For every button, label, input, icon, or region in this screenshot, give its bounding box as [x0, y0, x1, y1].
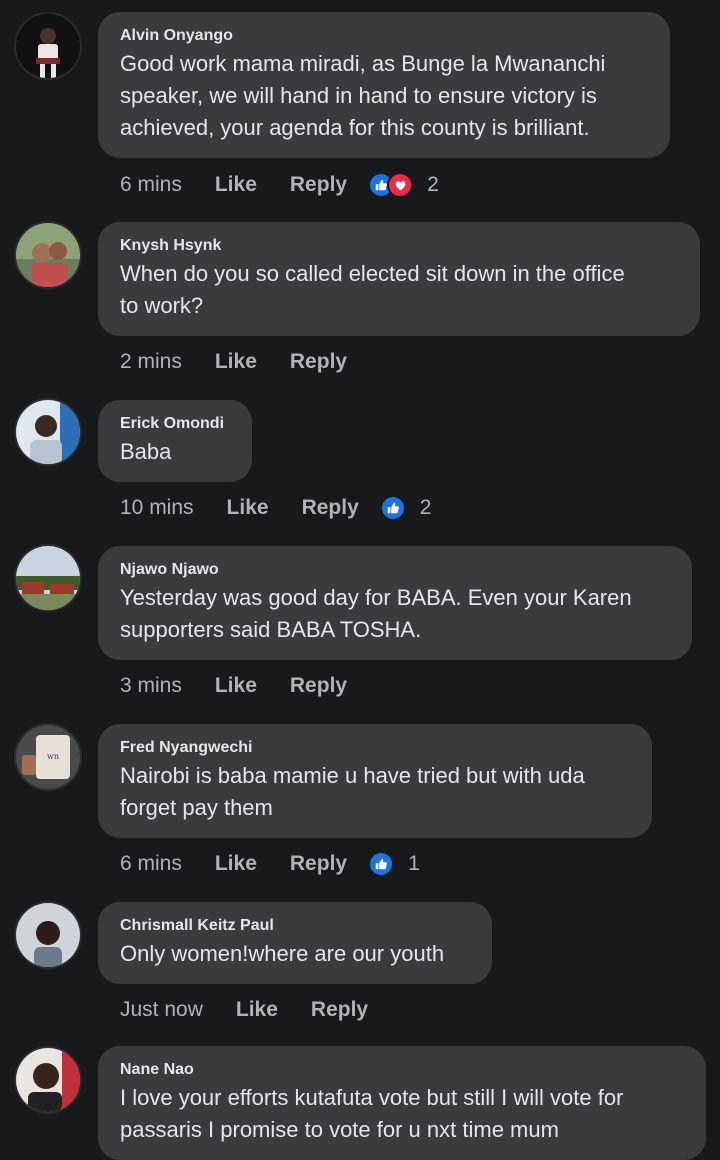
comment-time[interactable]: 10 mins [120, 496, 194, 520]
comment-text: Baba [120, 439, 172, 464]
comment-text: When do you so called elected sit down i… [120, 261, 625, 318]
like-button[interactable]: Like [215, 852, 257, 876]
avatar[interactable] [16, 14, 80, 78]
comment-text: Good work mama miradi, as Bunge la Mwana… [120, 51, 606, 140]
comment-author[interactable]: Chrismall Keitz Paul [120, 916, 470, 936]
comment-actions: 3 mins Like Reply [120, 671, 380, 701]
avatar-image [16, 14, 80, 78]
comment-actions: 6 mins Like Reply 1 [120, 849, 420, 879]
comment-time[interactable]: Just now [120, 998, 203, 1022]
reaction-count: 2 [419, 496, 432, 519]
heart-icon [389, 174, 412, 196]
avatar[interactable] [16, 400, 80, 464]
thumbs-up-icon [381, 497, 404, 519]
reply-button[interactable]: Reply [290, 852, 347, 876]
avatar-image [16, 903, 80, 967]
comment-time[interactable]: 6 mins [120, 173, 182, 197]
avatar[interactable] [16, 223, 80, 287]
reply-button[interactable]: Reply [290, 350, 347, 374]
comment-author[interactable]: Njawo Njawo [120, 560, 670, 580]
reaction-count: 2 [427, 173, 439, 196]
comment-author[interactable]: Alvin Onyango [120, 26, 648, 46]
like-button[interactable]: Like [215, 350, 257, 374]
comment-actions: Just now Like Reply [120, 995, 401, 1025]
avatar[interactable]: wn [16, 725, 80, 789]
comment-actions: 2 mins Like Reply [120, 347, 380, 377]
comment-author[interactable]: Knysh Hsynk [120, 236, 678, 256]
comment-time[interactable]: 2 mins [120, 350, 182, 374]
reply-button[interactable]: Reply [311, 998, 368, 1022]
comment-text: I love your efforts kutafuta vote but st… [120, 1085, 624, 1142]
reaction-count: 1 [408, 852, 420, 875]
avatar-image [16, 1048, 80, 1112]
reply-button[interactable]: Reply [290, 674, 347, 698]
avatar-image [16, 223, 80, 287]
avatar[interactable] [16, 903, 80, 967]
comment-bubble: Fred Nyangwechi Nairobi is baba mamie u … [98, 724, 652, 838]
comment-author[interactable]: Erick Omondi [120, 414, 230, 434]
comment-author[interactable]: Nane Nao [120, 1060, 684, 1080]
reactions-summary[interactable]: 1 [370, 852, 420, 876]
like-button[interactable]: Like [227, 496, 269, 520]
reactions-summary[interactable]: 2 [381, 496, 432, 520]
avatar-image [16, 400, 80, 464]
comment-actions: 6 mins Like Reply 2 [120, 170, 439, 200]
like-button[interactable]: Like [215, 674, 257, 698]
avatar-image: wn [16, 725, 80, 789]
comment-text: Only women!where are our youth [120, 941, 445, 966]
like-button[interactable]: Like [236, 998, 278, 1022]
avatar[interactable] [16, 546, 80, 610]
comment-bubble: Nane Nao I love your efforts kutafuta vo… [98, 1046, 706, 1160]
comment-bubble: Alvin Onyango Good work mama miradi, as … [98, 12, 670, 158]
avatar[interactable] [16, 1048, 80, 1112]
reply-button[interactable]: Reply [290, 173, 347, 197]
comment-bubble: Erick Omondi Baba [98, 400, 252, 482]
reactions-summary[interactable]: 2 [370, 173, 439, 197]
comment-bubble: Njawo Njawo Yesterday was good day for B… [98, 546, 692, 660]
like-button[interactable]: Like [215, 173, 257, 197]
comment-bubble: Knysh Hsynk When do you so called electe… [98, 222, 700, 336]
reply-button[interactable]: Reply [302, 496, 359, 520]
comment-author[interactable]: Fred Nyangwechi [120, 738, 630, 758]
comment-text: Yesterday was good day for BABA. Even yo… [120, 585, 632, 642]
comment-actions: 10 mins Like Reply 2 [120, 493, 431, 523]
svg-text:wn: wn [47, 752, 59, 761]
comment-time[interactable]: 6 mins [120, 852, 182, 876]
thumbs-up-icon [370, 853, 393, 875]
comment-time[interactable]: 3 mins [120, 674, 182, 698]
comment-text: Nairobi is baba mamie u have tried but w… [120, 763, 585, 820]
comment-bubble: Chrismall Keitz Paul Only women!where ar… [98, 902, 492, 984]
avatar-image [16, 546, 80, 610]
